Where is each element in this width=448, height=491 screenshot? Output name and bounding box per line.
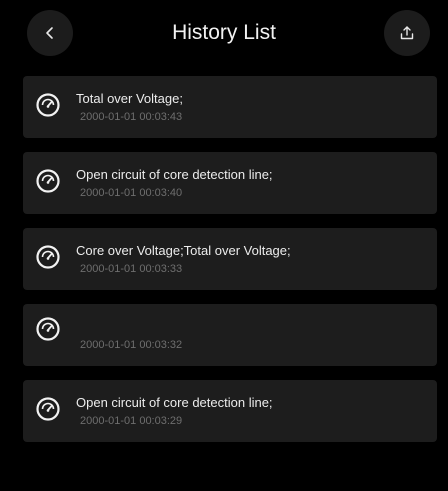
header-bar: History List (0, 0, 448, 72)
history-item-time: 2000-01-01 00:03:29 (80, 415, 183, 427)
speedometer-icon (36, 93, 60, 117)
history-item[interactable]: Open circuit of core detection line; 200… (23, 152, 437, 214)
history-item-time: 2000-01-01 00:03:33 (80, 263, 183, 275)
history-item[interactable]: Total over Voltage; 2000-01-01 00:03:43 (23, 76, 437, 138)
speedometer-icon (36, 169, 60, 193)
speedometer-icon (36, 317, 60, 341)
history-item-name: Core over Voltage;Total over Voltage; (76, 243, 291, 258)
history-list: Total over Voltage; 2000-01-01 00:03:43 … (23, 76, 437, 456)
share-upload-icon (400, 26, 414, 40)
history-item-time: 2000-01-01 00:03:43 (80, 111, 183, 123)
history-item[interactable]: Core over Voltage;Total over Voltage; 20… (23, 228, 437, 290)
history-item-name: Open circuit of core detection line; (76, 395, 273, 410)
history-screen: History List Total over Voltage; 2000-01… (0, 0, 448, 491)
history-item[interactable]: 2000-01-01 00:03:32 (23, 304, 437, 366)
history-item[interactable]: Open circuit of core detection line; 200… (23, 380, 437, 442)
export-button[interactable] (384, 10, 430, 56)
history-item-time: 2000-01-01 00:03:40 (80, 187, 183, 199)
history-item-name: Open circuit of core detection line; (76, 167, 273, 182)
speedometer-icon (36, 397, 60, 421)
history-item-time: 2000-01-01 00:03:32 (80, 339, 183, 351)
speedometer-icon (36, 245, 60, 269)
history-item-name: Total over Voltage; (76, 91, 183, 106)
page-title: History List (172, 21, 276, 44)
